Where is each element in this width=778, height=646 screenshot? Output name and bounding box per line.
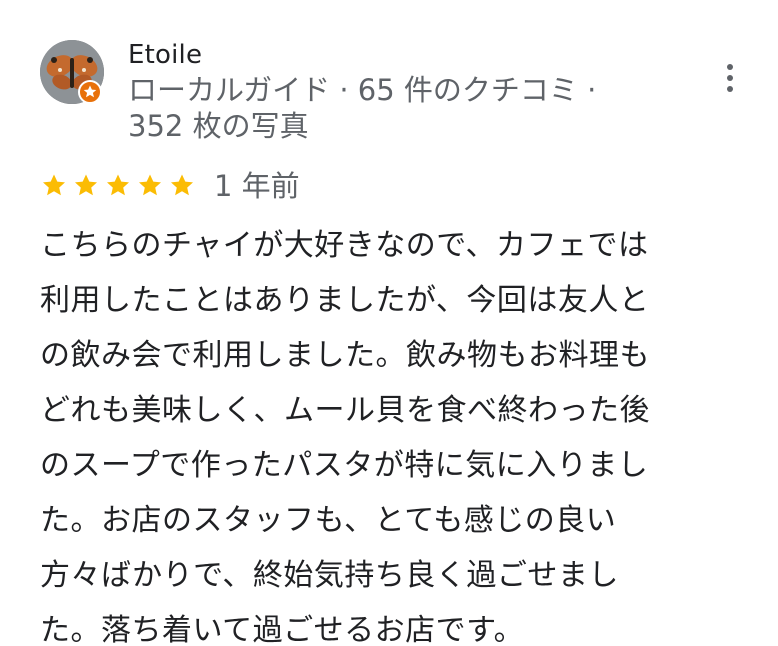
star-icon — [75, 174, 97, 196]
star-icon — [83, 85, 97, 98]
review-text-line: 方々ばかりで、終始気持ち良く過ごせまし — [40, 558, 619, 593]
reviewer-meta-line: ローカルガイド · 65 件のクチコミ · — [128, 73, 597, 107]
review-text: こちらのチャイが大好きなので、カフェでは 利用したことはありましたが、今回は友人と… — [40, 218, 752, 646]
review-date: 1 年前 — [214, 169, 300, 203]
more-vert-icon-dot — [727, 75, 733, 81]
review-text-line: こちらのチャイが大好きなので、カフェでは — [40, 228, 649, 263]
more-options-button[interactable] — [714, 58, 746, 98]
review-text-line: た。お店のスタッフも、とても感じの良い — [40, 503, 617, 538]
rating-row: 1 年前 — [40, 166, 300, 206]
review-text-line: どれも美味しく、ムール貝を食べ終わった後 — [40, 393, 650, 428]
star-icon — [171, 174, 193, 196]
local-guide-badge-icon — [78, 80, 102, 104]
more-vert-icon-dot — [727, 86, 733, 92]
star-icon — [139, 174, 161, 196]
review-text-line: 利用したことはありましたが、今回は友人と — [40, 283, 650, 318]
star-icon — [43, 174, 65, 196]
more-vert-icon — [727, 64, 733, 70]
review-text-line: た。落ち着いて過ごせるお店です。 — [40, 613, 525, 646]
star-icon — [107, 174, 129, 196]
reviewer-name[interactable]: Etoile — [128, 38, 202, 72]
reviewer-meta: ローカルガイド · 65 件のクチコミ · 352 枚の写真 — [128, 72, 688, 144]
reviewer-meta-line: 352 枚の写真 — [128, 109, 309, 143]
review-text-line: のスープで作ったパスタが特に気に入りまし — [40, 448, 649, 483]
review-card: Etoile ローカルガイド · 65 件のクチコミ · 352 枚の写真 1 … — [0, 0, 778, 646]
star-rating — [40, 172, 196, 200]
review-text-line: の飲み会で利用しました。飲み物もお料理も — [40, 338, 650, 373]
